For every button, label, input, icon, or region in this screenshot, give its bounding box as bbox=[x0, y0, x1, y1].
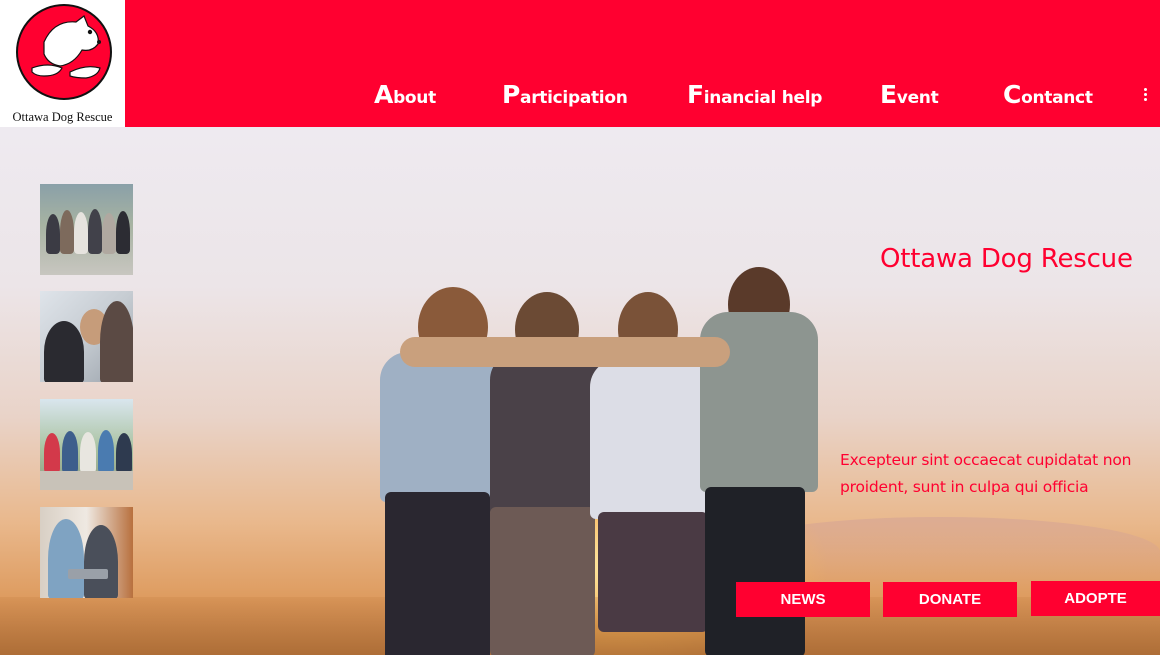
nav-item-contact[interactable]: Contanct bbox=[1003, 80, 1093, 109]
nav-item-about[interactable]: About bbox=[374, 80, 436, 109]
donate-button[interactable]: DONATE bbox=[883, 582, 1017, 617]
nav-item-financial-help[interactable]: Financial help bbox=[687, 80, 822, 109]
news-button[interactable]: NEWS bbox=[736, 582, 870, 617]
logo-text: Ottawa Dog Rescue bbox=[12, 110, 113, 124]
thumbnail-people-laughing-photo[interactable] bbox=[40, 291, 133, 382]
site-header: Ottawa Dog Rescue About Participation Fi… bbox=[0, 0, 1160, 127]
logo[interactable]: Ottawa Dog Rescue bbox=[0, 0, 125, 127]
hero-title: Ottawa Dog Rescue bbox=[880, 244, 1133, 274]
arms bbox=[400, 337, 730, 367]
hero-text: Excepteur sint occaecat cupidatat non pr… bbox=[840, 451, 1132, 496]
nav-item-participation[interactable]: Participation bbox=[502, 80, 628, 109]
dog-hands-logo-icon bbox=[16, 4, 112, 100]
more-vertical-icon[interactable] bbox=[1136, 86, 1154, 108]
hero-image bbox=[0, 127, 1160, 655]
nav-item-event[interactable]: Event bbox=[880, 80, 939, 109]
thumbnail-friends-sitting-photo[interactable] bbox=[40, 399, 133, 490]
adopte-button[interactable]: ADOPTE bbox=[1031, 581, 1160, 616]
thumbnail-laptop-meeting-photo[interactable] bbox=[40, 507, 133, 598]
thumbnail-group-photo[interactable] bbox=[40, 184, 133, 275]
